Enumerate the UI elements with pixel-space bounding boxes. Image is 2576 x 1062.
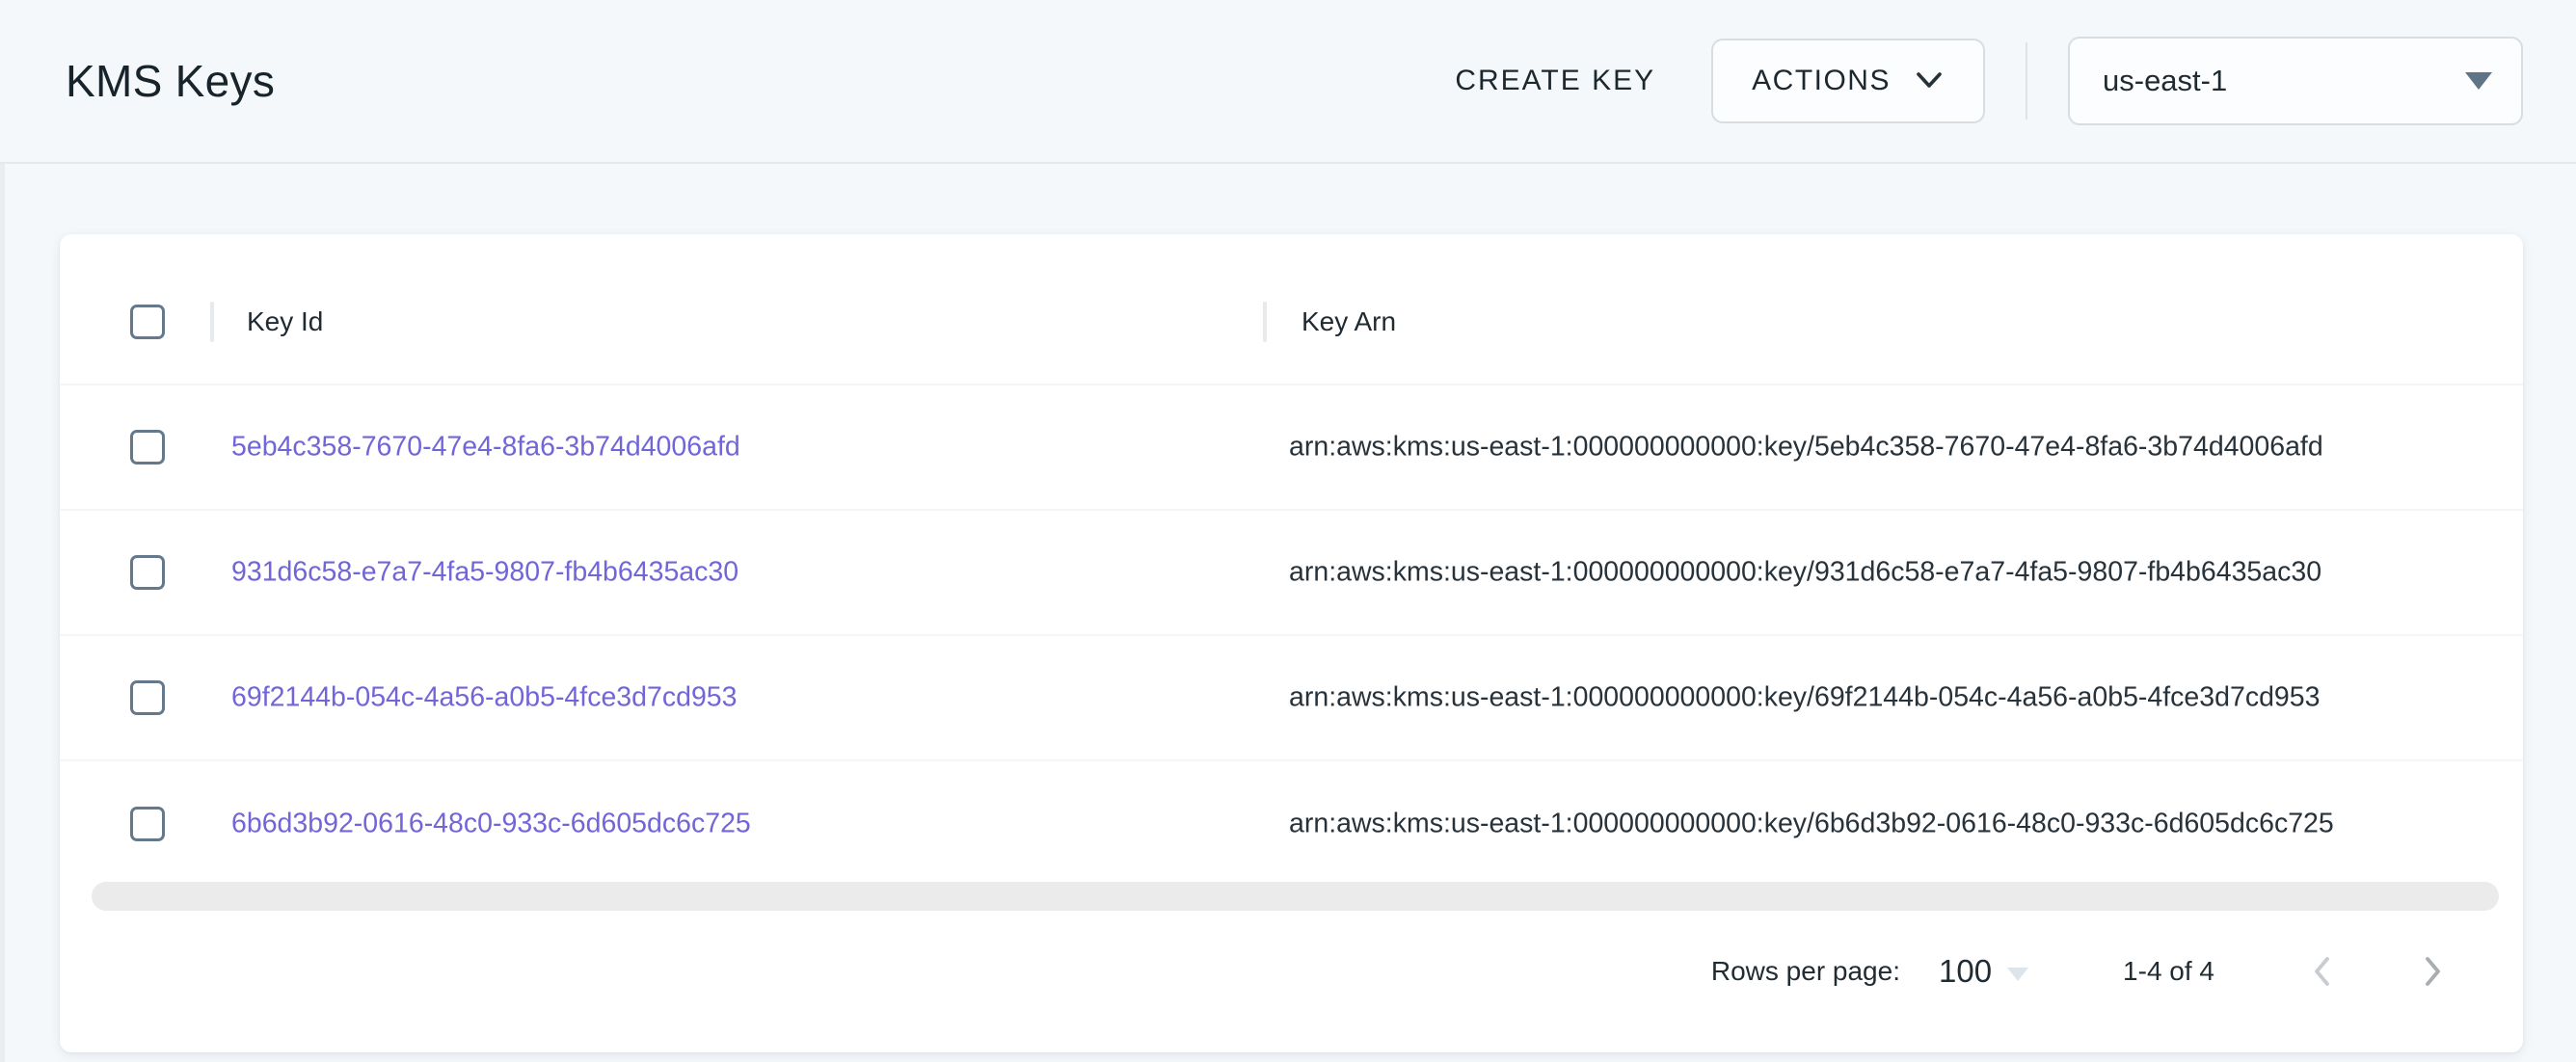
header-controls: CREATE KEY ACTIONS us-east-1: [1426, 37, 2523, 125]
key-id-link[interactable]: 5eb4c358-7670-47e4-8fa6-3b74d4006afd: [231, 432, 740, 464]
row-checkbox[interactable]: [130, 555, 165, 590]
table-header-row: Key Id Key Arn: [60, 260, 2523, 385]
key-id-link[interactable]: 6b6d3b92-0616-48c0-933c-6d605dc6c725: [231, 809, 751, 840]
region-select-value: us-east-1: [2103, 64, 2227, 98]
rows-per-page-label: Rows per page:: [1711, 956, 1900, 987]
kms-keys-page: { "header": { "title": "KMS Keys", "crea…: [0, 0, 2576, 1062]
dropdown-triangle-icon: [2007, 968, 2028, 981]
rows-per-page-value: 100: [1939, 953, 1992, 990]
pagination-range-label: 1-4 of 4: [2123, 956, 2214, 987]
key-arn-cell: arn:aws:kms:us-east-1:000000000000:key/9…: [1289, 557, 2321, 589]
chevron-right-icon: [2419, 954, 2446, 989]
column-header-key-arn[interactable]: Key Arn: [1301, 306, 1396, 337]
table-row: 5eb4c358-7670-47e4-8fa6-3b74d4006afd arn…: [60, 385, 2523, 511]
actions-button[interactable]: ACTIONS: [1711, 39, 1985, 123]
column-resize-handle[interactable]: [1263, 302, 1267, 342]
row-checkbox[interactable]: [130, 430, 165, 465]
kms-keys-table: Key Id Key Arn 5eb4c358-7670-47e4-8fa6-3…: [60, 260, 2523, 887]
column-header-key-id[interactable]: Key Id: [247, 306, 323, 337]
create-key-button[interactable]: CREATE KEY: [1426, 43, 1684, 119]
key-id-link[interactable]: 69f2144b-054c-4a56-a0b5-4fce3d7cd953: [231, 682, 738, 714]
kms-keys-table-card: Key Id Key Arn 5eb4c358-7670-47e4-8fa6-3…: [60, 234, 2523, 1052]
row-checkbox[interactable]: [130, 807, 165, 841]
key-id-link[interactable]: 931d6c58-e7a7-4fa5-9807-fb4b6435ac30: [231, 557, 738, 589]
key-arn-cell: arn:aws:kms:us-east-1:000000000000:key/5…: [1289, 432, 2323, 464]
table-row: 6b6d3b92-0616-48c0-933c-6d605dc6c725 arn…: [60, 761, 2523, 887]
pagination-bar: Rows per page: 100 1-4 of 4: [60, 911, 2523, 1032]
next-page-button[interactable]: [2411, 946, 2454, 996]
horizontal-scrollbar[interactable]: [92, 882, 2499, 911]
page-header: KMS Keys CREATE KEY ACTIONS us-east-1: [0, 0, 2576, 164]
actions-button-label: ACTIONS: [1752, 65, 1891, 97]
rows-per-page-select[interactable]: 100: [1939, 953, 2028, 990]
chevron-left-icon: [2309, 954, 2336, 989]
table-row: 931d6c58-e7a7-4fa5-9807-fb4b6435ac30 arn…: [60, 511, 2523, 636]
previous-page-button[interactable]: [2301, 946, 2344, 996]
select-all-checkbox[interactable]: [130, 305, 165, 339]
table-row: 69f2144b-054c-4a56-a0b5-4fce3d7cd953 arn…: [60, 636, 2523, 761]
page-title: KMS Keys: [66, 55, 275, 107]
chevron-down-icon: [1914, 71, 1945, 91]
header-divider: [2026, 42, 2027, 119]
column-resize-handle[interactable]: [210, 302, 214, 342]
key-arn-cell: arn:aws:kms:us-east-1:000000000000:key/6…: [1289, 809, 2334, 840]
dropdown-triangle-icon: [2465, 72, 2492, 90]
region-select[interactable]: us-east-1: [2068, 37, 2523, 125]
key-arn-cell: arn:aws:kms:us-east-1:000000000000:key/6…: [1289, 682, 2321, 714]
row-checkbox[interactable]: [130, 680, 165, 715]
